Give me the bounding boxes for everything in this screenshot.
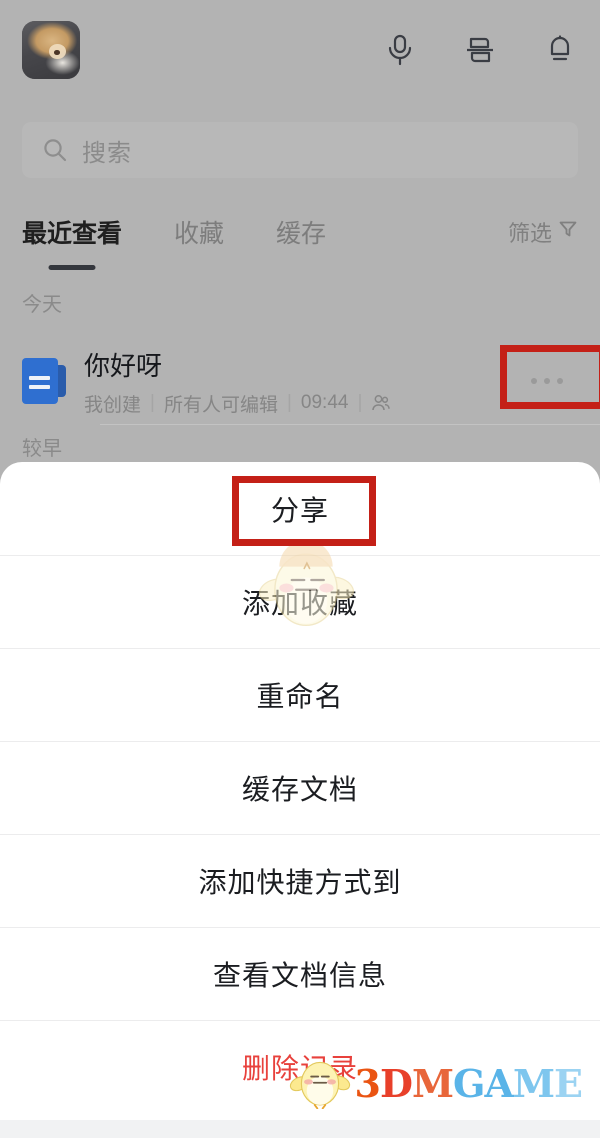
bell-icon[interactable] [542,32,578,68]
meta-separator-1: | [150,392,155,413]
app-screen: 搜索 最近查看 收藏 缓存 筛选 今天 你好呀 我创建 | 所有人可编辑 | 0… [0,0,600,1138]
search-icon [42,137,68,163]
action-sheet: 分享 添加收藏 重命名 缓存文档 添加快捷方式到 查看文档信息 删除记录 [0,462,600,1138]
tab-recent[interactable]: 最近查看 [22,212,122,250]
action-cache-document[interactable]: 缓存文档 [0,741,600,834]
people-icon [371,393,391,413]
section-header-today: 今天 [22,294,62,316]
tab-bar: 最近查看 收藏 缓存 筛选 [0,212,600,274]
document-meta: 我创建 | 所有人可编辑 | 09:44 | [84,390,391,417]
document-text: 你好呀 我创建 | 所有人可编辑 | 09:44 | [84,346,391,417]
search-input[interactable]: 搜索 [22,122,578,178]
action-share[interactable]: 分享 [0,462,600,555]
document-title: 你好呀 [84,350,163,381]
meta-separator-2: | [286,392,292,413]
document-icon [22,358,66,404]
search-placeholder: 搜索 [82,139,132,167]
action-add-shortcut[interactable]: 添加快捷方式到 [0,834,600,927]
action-view-document-info[interactable]: 查看文档信息 [0,927,600,1020]
filter-button[interactable]: 筛选 [508,212,578,248]
document-owner: 我创建 [84,394,142,416]
top-bar [0,0,600,100]
avatar[interactable] [22,21,80,79]
list-divider [100,424,600,425]
action-add-favorite[interactable]: 添加收藏 [0,555,600,648]
sheet-bottom-bar [0,1120,600,1138]
tab-favorites[interactable]: 收藏 [174,212,224,250]
section-header-earlier: 较早 [22,438,62,460]
list-item[interactable]: 你好呀 我创建 | 所有人可编辑 | 09:44 | [0,336,600,426]
microphone-icon[interactable] [382,32,418,68]
tab-cache[interactable]: 缓存 [276,212,326,250]
top-bar-actions [382,32,578,68]
action-rename[interactable]: 重命名 [0,648,600,741]
document-time: 09:44 [300,392,349,413]
avatar-photo-detail-2 [53,50,60,55]
filter-label: 筛选 [507,221,552,246]
meta-separator-3: | [357,392,363,413]
more-options-button[interactable] [516,361,578,401]
funnel-icon [558,219,578,245]
action-delete-record[interactable]: 删除记录 [0,1020,600,1113]
document-permission: 所有人可编辑 [163,394,278,416]
scan-icon[interactable] [462,32,498,68]
